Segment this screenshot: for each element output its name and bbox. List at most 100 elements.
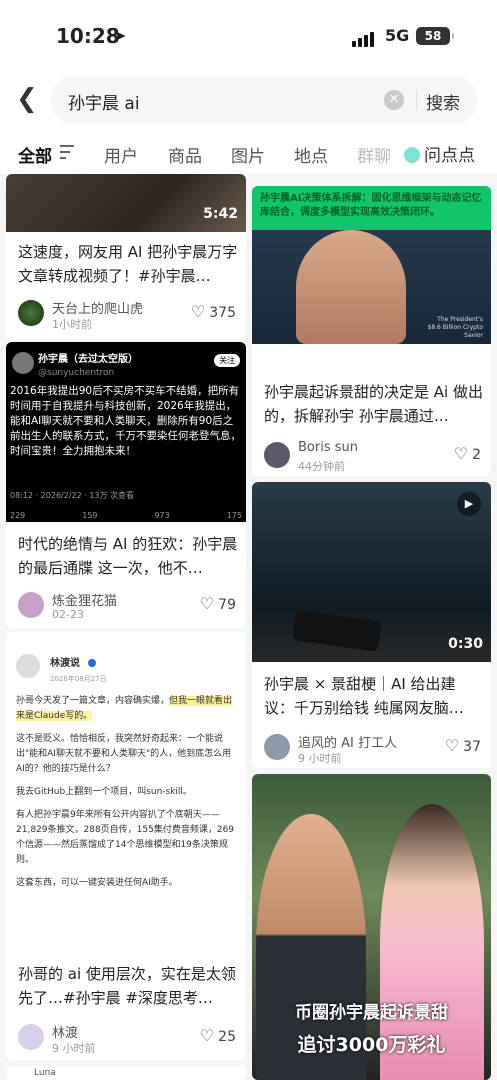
status-time: 10:28 — [56, 24, 120, 48]
note-card[interactable]: ▶ 0:30 孙宇晨 × 景甜梗｜AI 给出建议：千万别给钱 纯属网友脑… 追风… — [252, 482, 491, 768]
portrait-caption: The President's $8.6 Billion Crypto Savi… — [427, 316, 483, 339]
play-icon: ▶ — [457, 492, 481, 516]
back-icon[interactable]: ❮ — [16, 84, 38, 114]
heart-icon: ♡ — [453, 444, 469, 463]
filter-tabs: 全部 用户 商品 图片 地点 群聊 问点点 — [0, 130, 497, 177]
image-caption-1: 币圈孙宇晨起诉景甜 — [295, 1003, 448, 1023]
tab-ai-ask-label: 问点点 — [424, 146, 475, 166]
filter-icon[interactable] — [60, 145, 74, 163]
search-query[interactable]: 孙宇晨 ai — [68, 89, 140, 114]
avatar[interactable] — [18, 300, 44, 326]
phone-shape — [292, 610, 382, 652]
tab-users[interactable]: 用户 — [104, 142, 138, 167]
video-thumbnail — [6, 174, 246, 232]
tab-ai-ask[interactable]: 问点点 — [404, 141, 475, 166]
article-p1: 孙哥今天发了一篇文章，内容确实爆， — [16, 696, 170, 706]
article-p2: 这不是贬义。恰恰相反，我突然好奇起来：一个能说出"能和AI聊天就不要和人类聊天"… — [16, 734, 232, 774]
note-meta: 天台上的爬山虎 1小时前 ♡ 375 — [18, 298, 238, 331]
tab-groups[interactable]: 群聊 — [357, 142, 391, 167]
avatar — [12, 352, 34, 374]
post-time: 44分钟前 — [298, 460, 345, 473]
article-p5: 这套东西，可以一键安装进任何AI助手。 — [16, 878, 178, 888]
battery-icon: 58 — [416, 27, 454, 45]
verified-icon — [88, 659, 96, 667]
article-body: 孙哥今天发了一篇文章，内容确实爆，但我一眼就看出来是Claude写的。 这不是贬… — [16, 694, 238, 891]
author-name[interactable]: 天台上的爬山虎 — [52, 298, 143, 317]
article-p4: 有人把孙宇晨9年来所有公开内容扒了个底朝天——21,829条推文，288页自传，… — [16, 810, 235, 865]
like-count: 25 — [218, 1029, 236, 1045]
tweet-screenshot: 孙宇晨（去过太空版） @sunyuchentron 关注 2016年我提出90后… — [6, 342, 246, 522]
note-card[interactable]: 币圈孙宇晨起诉景甜 追讨3000万彩礼 — [252, 774, 491, 1080]
note-title: 这速度，网友用 AI 把孙宇晨万字文章转成视频了！#孙宇晨… — [18, 243, 238, 285]
note-card[interactable]: 林渡说 2026年08月27日 孙哥今天发了一篇文章，内容确实爆，但我一眼就看出… — [6, 632, 246, 1060]
article-date: 2026年08月27日 — [50, 675, 107, 683]
note-meta: 林渡 9 小时前 ♡ 25 — [18, 1022, 238, 1055]
note-card[interactable]: 孙宇晨（去过太空版） @sunyuchentron 关注 2016年我提出90后… — [6, 342, 246, 628]
note-meta: 炼金狸花猫 02-23 ♡ 79 — [18, 592, 238, 622]
author-name[interactable]: Boris sun — [298, 440, 358, 455]
like-count-wrap[interactable]: ♡ 25 — [200, 1026, 236, 1045]
avatar[interactable] — [264, 442, 290, 468]
tab-goods[interactable]: 商品 — [168, 142, 202, 167]
video-duration: 5:42 — [203, 206, 238, 222]
image-caption-2: 追讨3000万彩礼 — [297, 1034, 446, 1056]
location-arrow-icon: ➤ — [113, 26, 127, 45]
clear-icon[interactable]: ✕ — [384, 90, 404, 110]
cover-banner: 孙宇晨AI决策体系拆解：固化思维框架与动态记忆库结合，调度多模型实现高效决策闭环… — [252, 186, 491, 230]
tweet-author: 孙宇晨（去过太空版） — [38, 354, 138, 365]
like-count-wrap[interactable]: ♡ 79 — [200, 594, 236, 613]
post-time: 02-23 — [52, 608, 84, 621]
search-button[interactable]: 搜索 — [426, 89, 460, 114]
divider — [416, 90, 417, 110]
tweet-handle: @sunyuchentron — [38, 368, 115, 378]
note-card[interactable]: 5:42 这速度，网友用 AI 把孙宇晨万字文章转成视频了！#孙宇晨… 天台上的… — [6, 174, 246, 340]
cover-image: 孙宇晨AI决策体系拆解：固化思维框架与动态记忆库结合，调度多模型实现高效决策闭环… — [252, 186, 491, 344]
author-name[interactable]: 炼金狸花猫 — [52, 590, 117, 609]
article-author: 林渡说 — [50, 658, 80, 669]
heart-icon: ♡ — [199, 594, 215, 613]
note-title: 时代的绝情与 AI 的狂欢：孙宇晨的最后通牒 这一次，他不… — [18, 535, 238, 577]
like-count: 37 — [463, 739, 481, 755]
like-count-tweet: 973 — [154, 511, 170, 520]
note-card[interactable]: Luna — [6, 1066, 246, 1080]
bookmark-count: 175 — [226, 511, 242, 520]
like-count-wrap[interactable]: ♡ 2 — [454, 444, 481, 463]
note-title: 孙宇晨 × 景甜梗｜AI 给出建议：千万别给钱 纯属网友脑… — [264, 675, 464, 717]
video-duration: 0:30 — [448, 636, 483, 652]
author-name[interactable]: 林渡 — [52, 1022, 78, 1041]
reply-count: 229 — [10, 511, 26, 520]
like-count-wrap[interactable]: ♡ 37 — [445, 736, 481, 755]
avatar[interactable] — [18, 592, 44, 618]
tab-images[interactable]: 图片 — [231, 142, 265, 167]
like-count: 2 — [472, 447, 481, 463]
network-label: 5G — [385, 26, 410, 45]
post-time: 9 小时前 — [52, 1042, 96, 1055]
post-time: 9 小时前 — [298, 752, 342, 765]
heart-icon: ♡ — [190, 302, 206, 321]
like-count: 79 — [218, 597, 236, 613]
note-title: 孙宇晨起诉景甜的决定是 Ai 做出的，拆解孙宇 孙宇晨通过… — [264, 383, 483, 425]
note-title: 孙哥的 ai 使用层次，实在是太领先了…#孙宇晨 #深度思考… — [18, 965, 236, 1007]
avatar[interactable] — [264, 734, 290, 760]
status-bar: 10:28 ➤ 5G 58 — [0, 0, 497, 70]
tab-all[interactable]: 全部 — [18, 142, 52, 177]
heart-icon: ♡ — [444, 736, 460, 755]
search-input[interactable]: 孙宇晨 ai ✕ 搜索 — [50, 76, 478, 124]
video-thumbnail: ▶ — [252, 482, 491, 662]
author-name: Luna — [34, 1068, 56, 1078]
note-card[interactable]: 孙宇晨AI决策体系拆解：固化思维框架与动态记忆库结合，调度多模型实现高效决策闭环… — [252, 186, 491, 476]
avatar[interactable] — [18, 1024, 44, 1050]
heart-icon: ♡ — [199, 1026, 215, 1045]
ai-ask-icon — [404, 147, 420, 163]
note-meta: Boris sun 44分钟前 ♡ 2 — [264, 440, 483, 473]
signal-icon — [352, 28, 376, 47]
like-count-wrap[interactable]: ♡ 375 — [191, 302, 236, 321]
author-name[interactable]: 追风的 AI 打工人 — [298, 732, 397, 751]
tab-places[interactable]: 地点 — [294, 142, 328, 167]
search-bar: ❮ 孙宇晨 ai ✕ 搜索 — [0, 70, 497, 130]
avatar — [16, 654, 40, 678]
cover-image: 币圈孙宇晨起诉景甜 追讨3000万彩礼 — [252, 774, 491, 1080]
note-meta: 追风的 AI 打工人 9 小时前 ♡ 37 — [264, 732, 483, 765]
portrait — [296, 230, 406, 344]
tweet-stats: 229 159 973 175 — [10, 508, 242, 523]
